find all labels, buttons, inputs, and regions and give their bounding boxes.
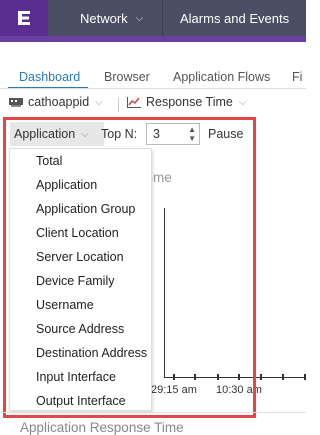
dashboard-toolbar: cathoappid ⌵ Response Time ⌵ — [0, 92, 306, 116]
chevron-down-icon: ⌵ — [81, 128, 89, 140]
group-by-select[interactable]: Application ⌵ — [10, 122, 104, 146]
chevron-down-icon: ⌵ — [135, 12, 144, 24]
chevron-down-icon: ⌵ — [238, 96, 247, 108]
device-icon — [9, 98, 23, 107]
dropdown-option-server-location[interactable]: Server Location — [10, 245, 151, 269]
network-menu[interactable]: Network ⌵ — [64, 0, 163, 36]
chart-y-axis — [164, 208, 165, 378]
tab-dashboard[interactable]: Dashboard — [19, 70, 80, 84]
x-tick-label: 10:30 am — [216, 384, 262, 396]
dropdown-option-input-interface[interactable]: Input Interface — [10, 365, 151, 389]
dropdown-option-device-family[interactable]: Device Family — [10, 269, 151, 293]
bar-chart-icon — [127, 97, 141, 108]
x-tick — [173, 374, 175, 380]
dropdown-option-client-location[interactable]: Client Location — [10, 221, 151, 245]
x-tick-label: 29:15 am — [151, 384, 197, 396]
chart-x-axis — [164, 377, 306, 378]
topn-value: 3 — [153, 127, 160, 141]
x-tick — [282, 374, 284, 380]
logo-e-icon — [18, 11, 30, 25]
response-time-chart: ime 29:15 am 10:30 am — [150, 160, 306, 410]
topn-label: Top N: — [101, 127, 138, 141]
x-tick — [194, 374, 196, 380]
topn-stepper[interactable]: 3 ▲ ▼ — [146, 123, 200, 145]
tab-divider — [0, 88, 306, 89]
tab-truncated[interactable]: Fi — [292, 70, 302, 84]
alarms-events-label: Alarms and Events — [180, 10, 290, 26]
group-by-value: Application — [14, 127, 76, 141]
top-navigation-bar: Network ⌵ Alarms and Events — [0, 0, 306, 36]
metric-selector-label: Response Time — [146, 95, 233, 109]
header-accent-line — [0, 36, 306, 42]
toolbar-separator — [118, 98, 119, 112]
dropdown-option-total[interactable]: Total — [10, 149, 151, 173]
pause-button[interactable]: Pause — [208, 127, 243, 141]
widget-controls: Application ⌵ Top N: 3 ▲ ▼ Pause — [8, 122, 254, 148]
chart-title: ime — [150, 170, 172, 185]
widget-divider — [0, 412, 306, 413]
x-tick — [217, 374, 219, 380]
tab-browser[interactable]: Browser — [104, 70, 150, 84]
group-by-dropdown-menu: Total Application Application Group Clie… — [9, 148, 152, 411]
dropdown-option-destination-address[interactable]: Destination Address — [10, 341, 151, 365]
extreme-logo-icon[interactable] — [0, 0, 48, 36]
chevron-down-icon: ⌵ — [95, 96, 103, 108]
tab-bar: Dashboard Browser Application Flows Fi — [0, 66, 306, 89]
dropdown-option-source-address[interactable]: Source Address — [10, 317, 151, 341]
x-tick — [238, 374, 240, 380]
dropdown-option-username[interactable]: Username — [10, 293, 151, 317]
tab-application-flows[interactable]: Application Flows — [173, 70, 270, 84]
dropdown-option-output-interface[interactable]: Output Interface — [10, 389, 151, 413]
x-tick — [304, 374, 306, 380]
site-selector-label: cathoappid — [28, 95, 90, 109]
metric-selector[interactable]: Response Time ⌵ — [126, 95, 246, 109]
dropdown-option-application-group[interactable]: Application Group — [10, 197, 151, 221]
x-tick — [260, 374, 262, 380]
site-selector[interactable]: cathoappid ⌵ — [8, 95, 103, 109]
alarms-events-menu[interactable]: Alarms and Events — [164, 0, 289, 36]
stepper-arrows-icon[interactable]: ▲ ▼ — [188, 125, 196, 143]
network-menu-label: Network — [80, 10, 128, 26]
dropdown-option-application[interactable]: Application — [10, 173, 151, 197]
